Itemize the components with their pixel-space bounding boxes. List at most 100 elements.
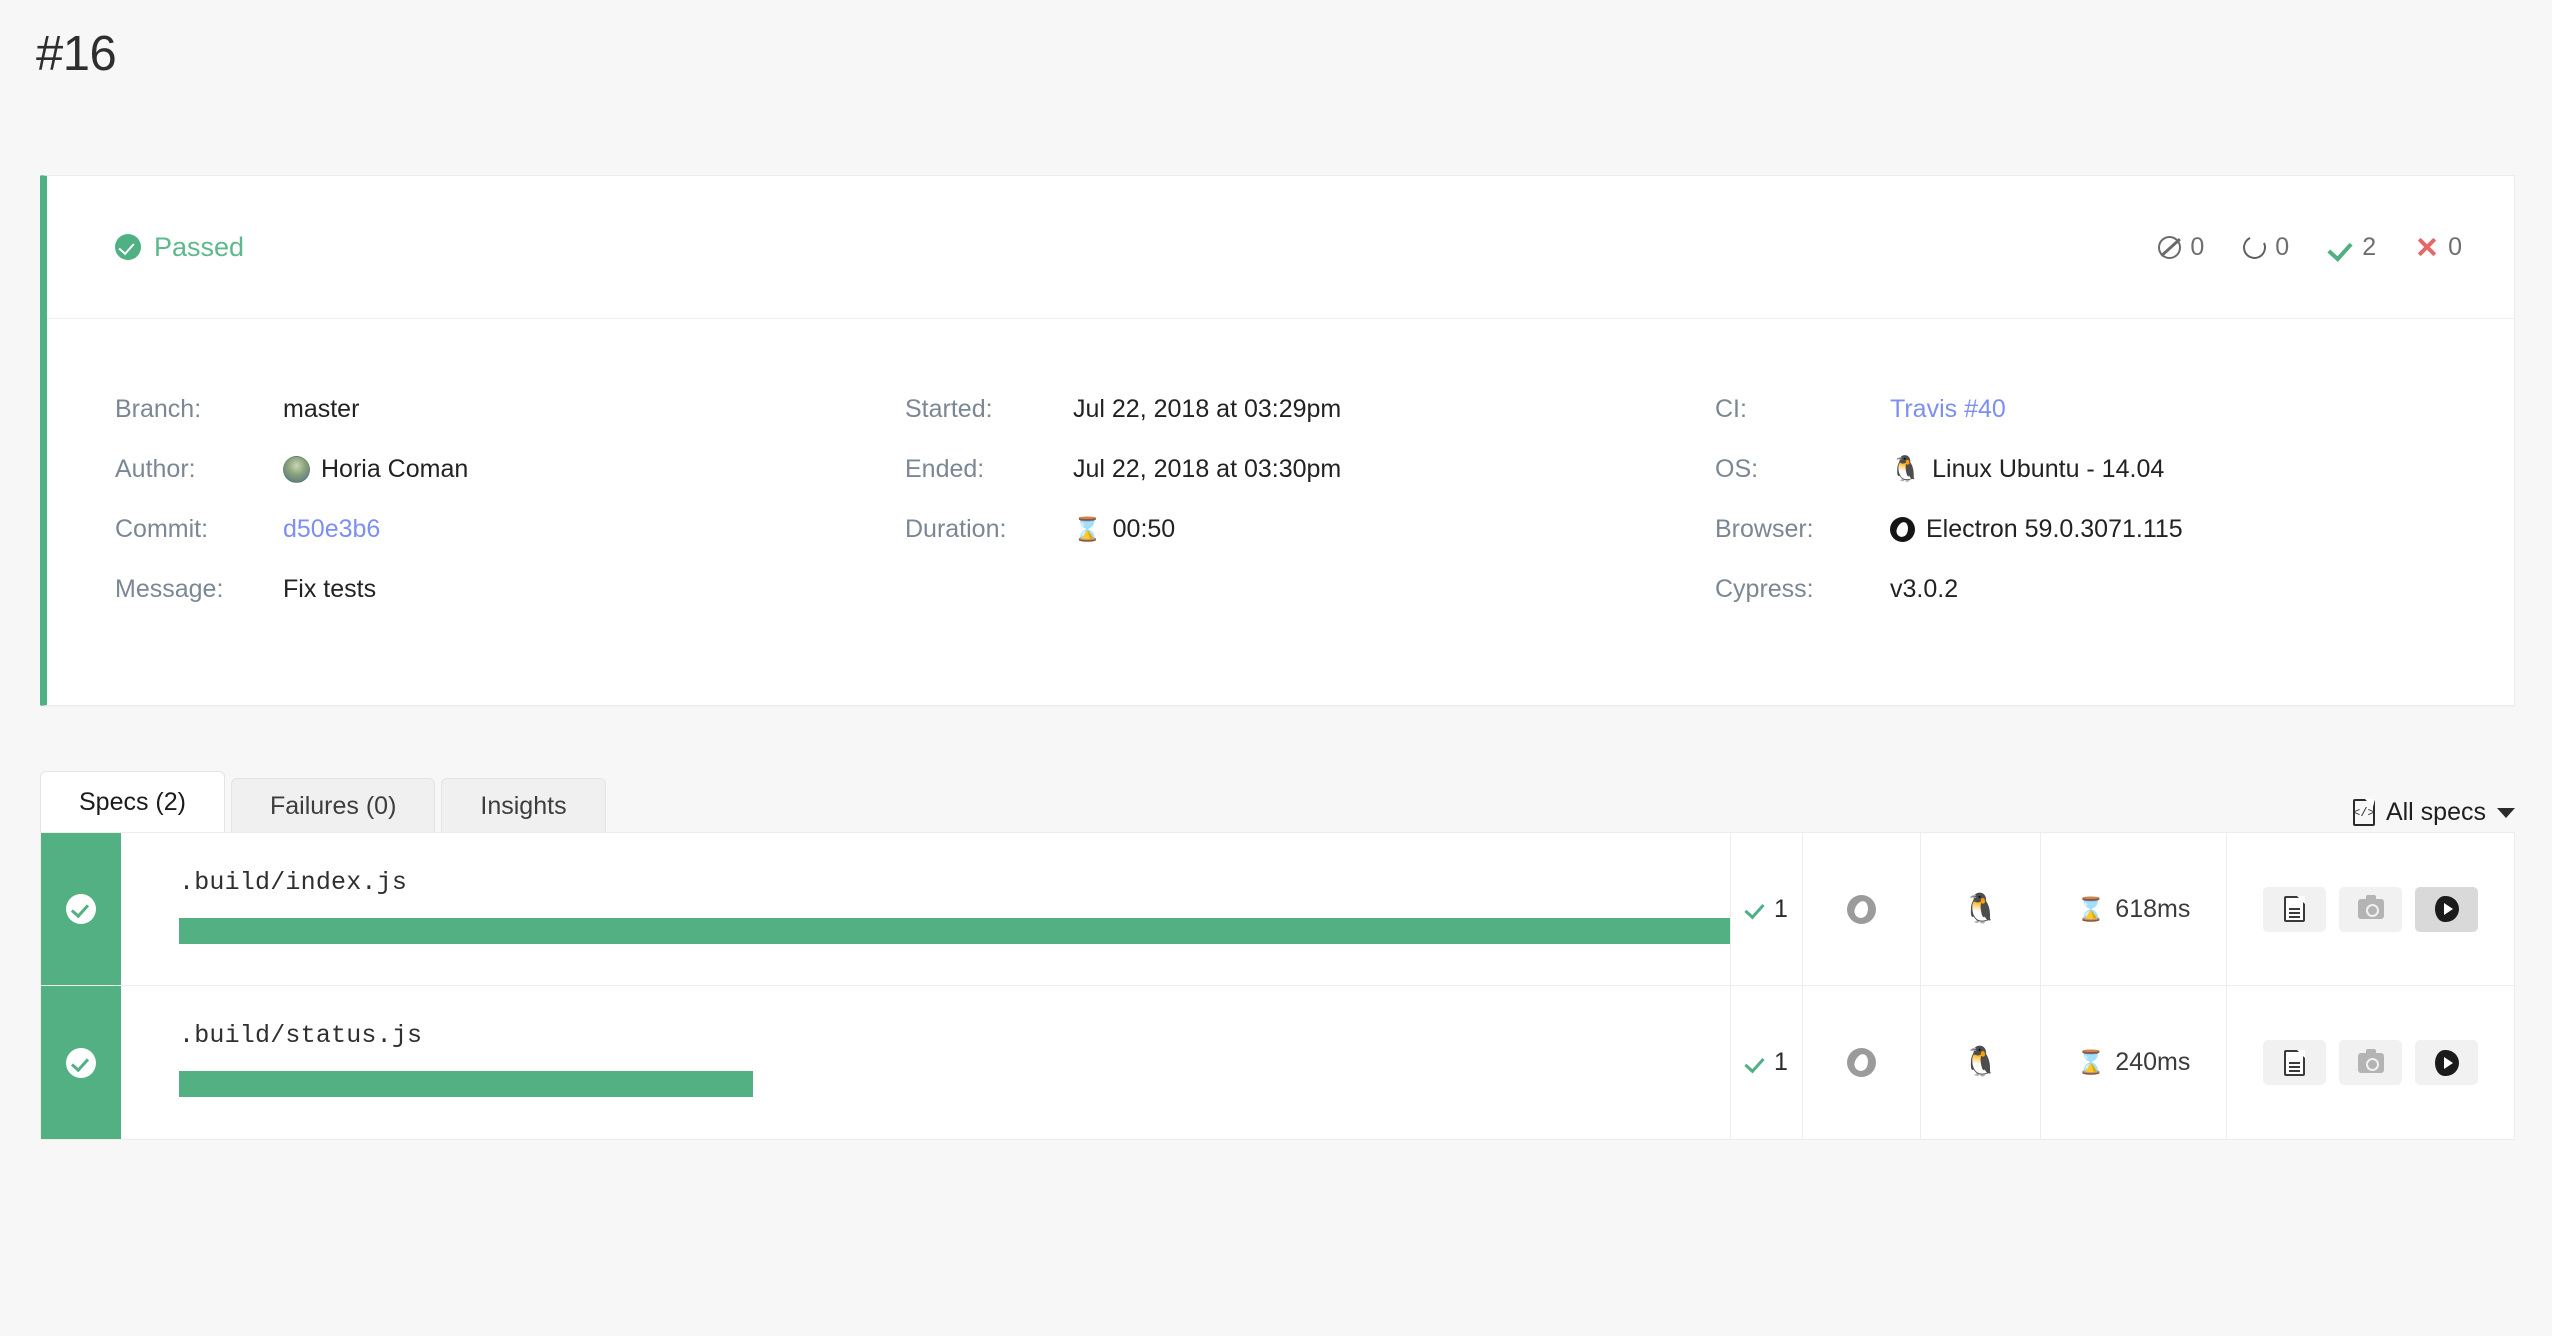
metadata-column-timing: Started: Jul 22, 2018 at 03:29pm Ended: … [905,379,1715,619]
counter-failed: 0 [2415,233,2462,262]
metadata-column-commit: Branch: master Author: Horia Coman Commi… [115,379,905,619]
tab-failures[interactable]: Failures (0) [230,778,436,833]
chevron-down-icon [2497,807,2515,818]
spec-info: .build/status.js [121,986,1730,1139]
commit-sha-link[interactable]: d50e3b6 [283,515,380,544]
spec-status-passed [41,833,121,985]
failed-x-icon [2415,235,2439,259]
file-code-icon: </> [2352,799,2375,826]
tab-specs[interactable]: Specs (2) [40,771,225,833]
view-video-button[interactable] [2415,886,2478,932]
metadata-label-author: Author: [115,454,196,483]
metadata-row-ended: Ended: Jul 22, 2018 at 03:30pm [905,439,1715,499]
tab-insights[interactable]: Insights [441,778,606,833]
spec-filter-label: All specs [2385,798,2486,826]
spec-name: .build/index.js [179,868,408,897]
table-row[interactable]: .build/status.js 1 🐧 ⌛ 240ms [41,986,2514,1139]
metadata-row-commit: Commit: d50e3b6 [115,499,905,559]
spec-os: 🐧 [1920,833,2040,985]
view-log-button[interactable] [2263,886,2326,932]
log-document-icon [2284,1049,2305,1076]
spec-passed-count: 1 [1730,833,1802,985]
metadata-label-ci: CI: [1715,394,1747,423]
browser-text: Electron 59.0.3071.115 [1926,514,2183,543]
spec-duration-value: 240ms [2115,1048,2191,1076]
table-row[interactable]: .build/index.js 1 🐧 ⌛ 618ms [41,833,2514,986]
metadata-value-branch: master [283,394,360,423]
view-video-button[interactable] [2415,1040,2478,1085]
cypress-dashboard-run-page: #16 Passed 0 0 2 0 Branch: master Author… [0,0,2552,1336]
metadata-value-ended: Jul 22, 2018 at 03:30pm [1073,454,1342,483]
metadata-row-browser: Browser: Electron 59.0.3071.115 [1715,499,2415,559]
view-screenshots-button[interactable] [2339,886,2402,932]
run-status-badge: Passed [115,232,244,263]
metadata-row-branch: Branch: master [115,379,905,439]
spec-browser [1802,986,1920,1139]
tabs-bar: Specs (2) Failures (0) Insights </> All … [40,771,2515,833]
video-play-icon [2434,1049,2459,1076]
linux-penguin-icon: 🐧 [1962,892,1999,925]
metadata-label-browser: Browser: [1715,514,1814,543]
log-document-icon [2284,896,2305,922]
passed-check-icon [1745,898,1765,920]
metadata-row-ci: CI: Travis #40 [1715,379,2415,439]
test-result-counters: 0 0 2 0 [2158,232,2462,262]
hourglass-icon: ⌛ [2076,895,2106,922]
counter-pending: 0 [2240,232,2289,262]
spec-os: 🐧 [1920,986,2040,1139]
linux-penguin-icon: 🐧 [1890,454,1922,483]
spec-passed-count-value: 1 [1774,1048,1788,1076]
chrome-icon [1847,894,1876,924]
counter-passed-value: 2 [2362,232,2377,261]
hourglass-icon: ⌛ [1073,515,1102,542]
skipped-icon [2158,235,2182,259]
metadata-value-browser: Electron 59.0.3071.115 [1890,515,2183,544]
spec-duration: ⌛ 618ms [2040,833,2226,985]
video-play-icon [2434,896,2459,922]
spec-duration-bar [179,1071,753,1097]
chrome-icon [1847,1048,1876,1077]
counter-skipped-value: 0 [2190,232,2205,261]
metadata-label-ended: Ended: [905,454,985,483]
view-log-button[interactable] [2263,1040,2326,1085]
metadata-label-started: Started: [905,394,993,423]
duration-text: 00:50 [1112,514,1176,543]
run-summary-header: Passed 0 0 2 0 [47,176,2514,319]
spec-passed-count: 1 [1730,986,1802,1139]
run-status-label: Passed [154,231,245,262]
metadata-label-os: OS: [1715,454,1759,483]
metadata-label-duration: Duration: [905,514,1007,543]
spec-filter-dropdown[interactable]: </> All specs [2352,798,2515,833]
run-summary-card: Passed 0 0 2 0 Branch: master Author: Ho… [40,175,2515,706]
spec-status-passed [41,986,121,1139]
spec-actions [2226,986,2514,1139]
metadata-value-cypress: v3.0.2 [1890,574,1959,603]
pending-icon [2240,232,2270,262]
specs-table: .build/index.js 1 🐧 ⌛ 618ms .build/statu… [40,832,2515,1140]
hourglass-icon: ⌛ [2076,1049,2106,1075]
metadata-label-commit: Commit: [115,514,209,543]
spec-duration-bar-track [179,918,1730,944]
screenshot-camera-icon [2357,895,2384,919]
view-screenshots-button[interactable] [2339,1040,2402,1085]
spec-duration-value: 618ms [2115,894,2191,923]
ci-build-link[interactable]: Travis #40 [1890,395,2006,424]
spec-info: .build/index.js [121,833,1730,985]
passed-check-icon [1745,1052,1765,1074]
passed-circle-check-icon [115,234,141,260]
metadata-value-author: Horia Coman [283,455,468,484]
metadata-label-branch: Branch: [115,394,202,423]
screenshot-camera-icon [2357,1048,2384,1073]
metadata-label-message: Message: [115,574,224,603]
spec-browser [1802,833,1920,985]
counter-skipped: 0 [2158,233,2204,262]
passed-check-icon [2328,235,2353,260]
counter-failed-value: 0 [2448,232,2462,261]
chrome-icon [1890,516,1915,542]
spec-duration: ⌛ 240ms [2040,986,2226,1139]
metadata-value-os: 🐧 Linux Ubuntu - 14.04 [1890,455,2164,484]
metadata-value-started: Jul 22, 2018 at 03:29pm [1073,394,1342,423]
metadata-row-cypress: Cypress: v3.0.2 [1715,559,2415,619]
metadata-value-message: Fix tests [283,574,377,603]
run-metadata: Branch: master Author: Horia Coman Commi… [47,319,2514,705]
